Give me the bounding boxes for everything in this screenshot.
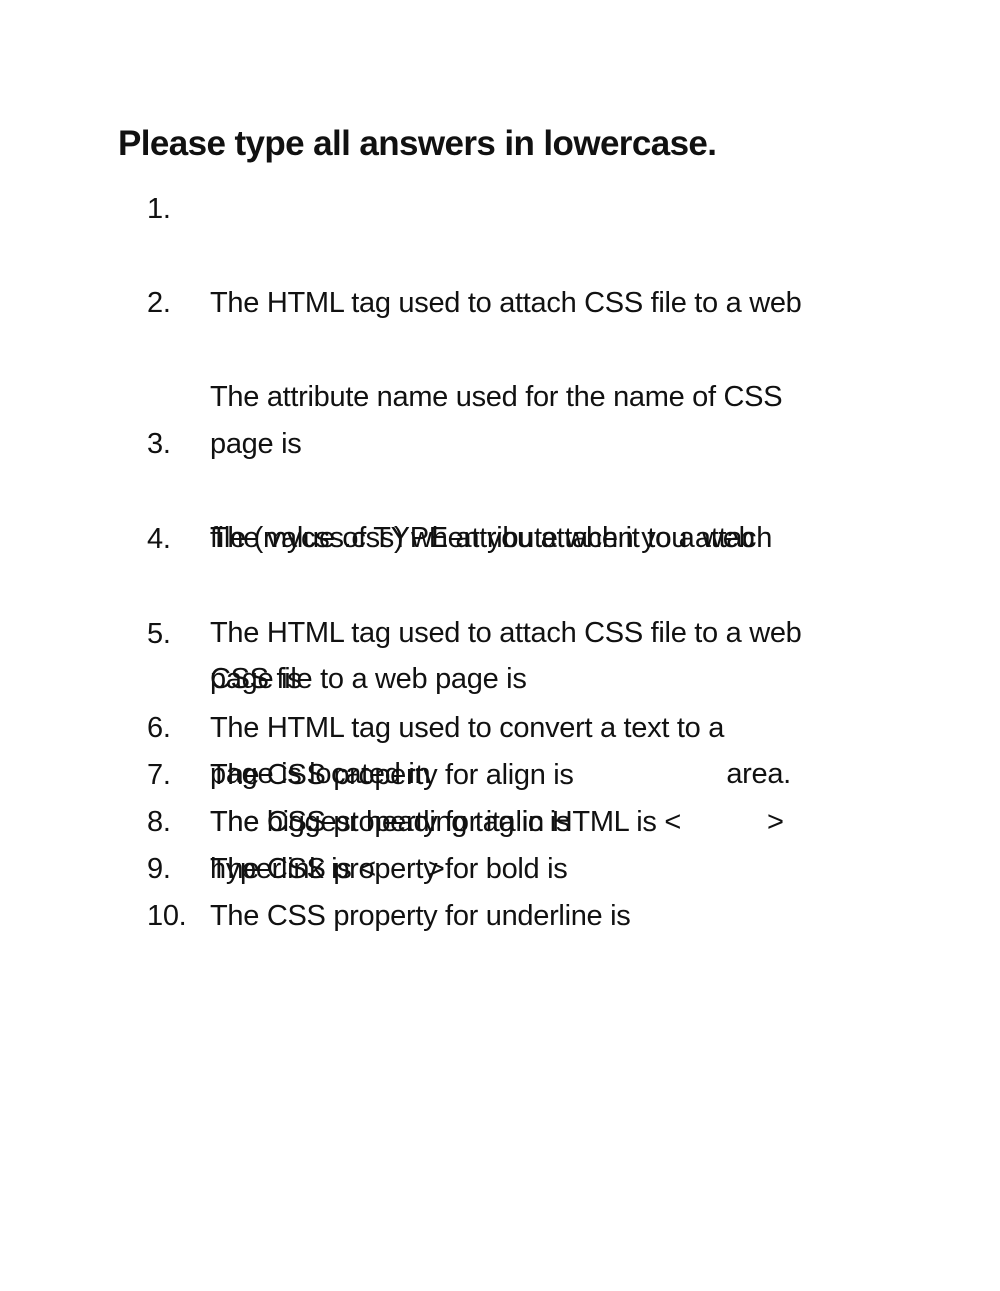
- question-text: The CSS property for underline is: [210, 900, 631, 932]
- question-number: 8.: [147, 806, 171, 838]
- question-number: 5.: [147, 618, 171, 650]
- question-text: The CSS property for bold is: [210, 853, 568, 885]
- question-number: 2.: [147, 287, 171, 319]
- instructions-heading: Please type all answers in lowercase.: [118, 124, 717, 163]
- worksheet-page: { "title": "Please type all answers in l…: [0, 0, 1000, 1291]
- question-number: 3.: [147, 428, 171, 460]
- question-number: 4.: [147, 523, 171, 555]
- question-number: 7.: [147, 759, 171, 791]
- answer-input-10[interactable]: [630, 899, 835, 936]
- question-number: 9.: [147, 853, 171, 885]
- answer-input-9[interactable]: [567, 852, 832, 889]
- question-text: The CSS property for align is: [210, 759, 574, 791]
- answer-input-8[interactable]: [570, 805, 835, 842]
- question-text: The attribute name used for the name of …: [210, 381, 783, 413]
- question-text: The CSS property for italic is: [210, 806, 571, 838]
- question-number: 10.: [147, 900, 187, 932]
- question-number: 1.: [147, 193, 171, 225]
- question-number: 6.: [147, 712, 171, 744]
- answer-input-7[interactable]: [573, 758, 838, 795]
